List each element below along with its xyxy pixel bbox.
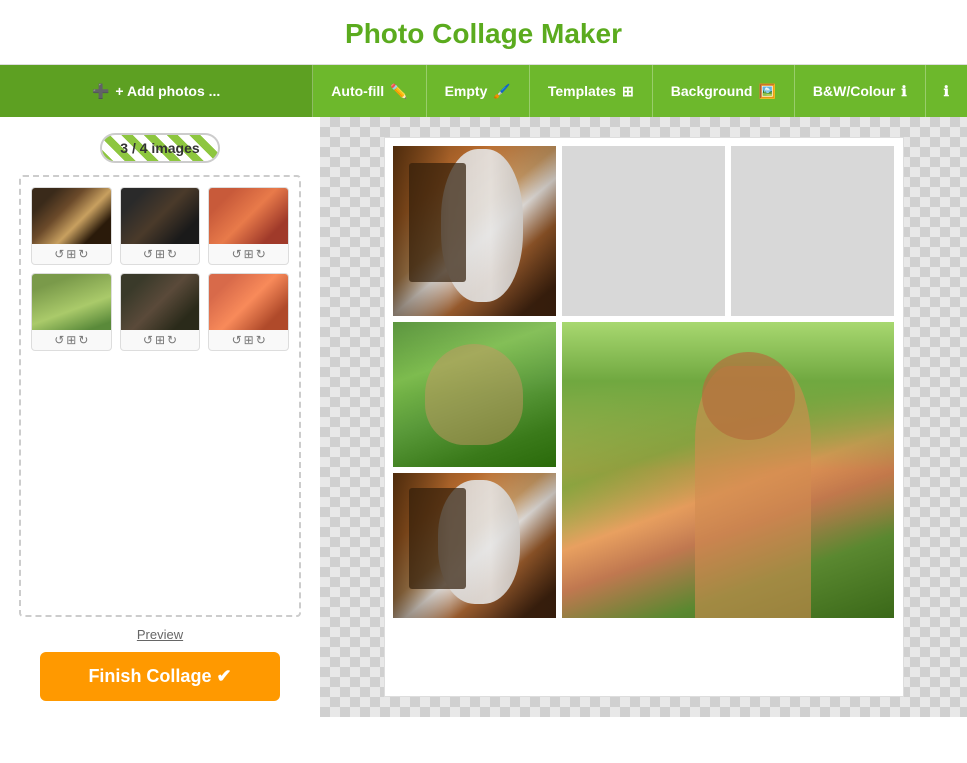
thumbnail-image <box>208 188 289 244</box>
collage-cell-field-large[interactable] <box>562 322 895 618</box>
rotate-left-icon[interactable]: ↺ <box>143 333 153 347</box>
rotate-right-icon[interactable]: ↻ <box>78 333 88 347</box>
autofill-icon: ✏️ <box>390 83 407 100</box>
thumb-controls: ↺ ⊞ ↻ <box>54 330 88 350</box>
empty-label: Empty <box>445 83 488 99</box>
templates-button[interactable]: Templates ⊞ <box>530 65 653 117</box>
app-header: Photo Collage Maker <box>0 0 967 65</box>
crop-icon[interactable]: ⊞ <box>155 333 165 347</box>
rotate-right-icon[interactable]: ↻ <box>78 247 88 261</box>
rotate-left-icon[interactable]: ↺ <box>54 333 64 347</box>
list-item[interactable]: ↺ ⊞ ↻ <box>31 187 112 265</box>
crop-icon[interactable]: ⊞ <box>66 247 76 261</box>
empty-button[interactable]: Empty 🖌️ <box>427 65 530 117</box>
rotate-right-icon[interactable]: ↻ <box>167 333 177 347</box>
list-item[interactable]: ↺ ⊞ ↻ <box>208 273 289 351</box>
info-icon: ℹ <box>944 83 949 100</box>
rotate-right-icon[interactable]: ↻ <box>256 247 266 261</box>
main-area: 3 / 4 images ↺ ⊞ ↻ <box>0 117 967 717</box>
list-item[interactable]: ↺ ⊞ ↻ <box>31 273 112 351</box>
thumbnail-image <box>120 274 201 330</box>
left-panel: 3 / 4 images ↺ ⊞ ↻ <box>0 117 320 717</box>
rotate-left-icon[interactable]: ↺ <box>232 247 242 261</box>
grid-icon: ⊞ <box>622 83 634 100</box>
image-count-text: 3 / 4 images <box>120 140 199 156</box>
rotate-left-icon[interactable]: ↺ <box>232 333 242 347</box>
crop-icon[interactable]: ⊞ <box>66 333 76 347</box>
add-photos-button[interactable]: ➕ + Add photos ... <box>0 65 313 117</box>
list-item[interactable]: ↺ ⊞ ↻ <box>208 187 289 265</box>
add-photos-label: + Add photos ... <box>115 83 220 99</box>
collage-cell-halloween-2[interactable] <box>393 473 556 618</box>
image-count-bar: 3 / 4 images <box>100 133 219 163</box>
collage-cell-empty-2[interactable] <box>731 146 894 316</box>
autofill-label: Auto-fill <box>331 83 384 99</box>
thumbnail-image <box>120 188 201 244</box>
collage-canvas <box>384 137 904 697</box>
collage-cell-empty-1[interactable] <box>562 146 725 316</box>
thumbnail-image <box>31 188 112 244</box>
info-button[interactable]: ℹ <box>926 65 967 117</box>
thumb-controls: ↺ ⊞ ↻ <box>232 244 266 264</box>
collage-cell-halloween-1[interactable] <box>393 146 556 316</box>
collage-area <box>320 117 967 717</box>
rotate-left-icon[interactable]: ↺ <box>54 247 64 261</box>
bw-colour-label: B&W/Colour <box>813 83 895 99</box>
thumb-controls: ↺ ⊞ ↻ <box>232 330 266 350</box>
toolbar: ➕ + Add photos ... Auto-fill ✏️ Empty 🖌️… <box>0 65 967 117</box>
info-circle-icon: ℹ <box>901 83 906 100</box>
thumbnail-grid: ↺ ⊞ ↻ ↺ ⊞ ↻ <box>31 187 289 351</box>
rotate-left-icon[interactable]: ↺ <box>143 247 153 261</box>
thumbnail-image <box>31 274 112 330</box>
thumbnail-container: ↺ ⊞ ↻ ↺ ⊞ ↻ <box>19 175 301 617</box>
background-label: Background <box>671 83 753 99</box>
app-title: Photo Collage Maker <box>0 18 967 50</box>
list-item[interactable]: ↺ ⊞ ↻ <box>120 273 201 351</box>
preview-link[interactable]: Preview <box>137 627 183 642</box>
bw-colour-button[interactable]: B&W/Colour ℹ <box>795 65 926 117</box>
thumb-controls: ↺ ⊞ ↻ <box>54 244 88 264</box>
rotate-right-icon[interactable]: ↻ <box>256 333 266 347</box>
thumbnail-image <box>208 274 289 330</box>
rotate-right-icon[interactable]: ↻ <box>167 247 177 261</box>
background-button[interactable]: Background 🖼️ <box>653 65 795 117</box>
templates-label: Templates <box>548 83 616 99</box>
autofill-button[interactable]: Auto-fill ✏️ <box>313 65 426 117</box>
collage-cell-girl-sunglasses[interactable] <box>393 322 556 467</box>
crop-icon[interactable]: ⊞ <box>244 247 254 261</box>
empty-icon: 🖌️ <box>493 83 510 100</box>
thumb-controls: ↺ ⊞ ↻ <box>143 244 177 264</box>
finish-collage-button[interactable]: Finish Collage ✔ <box>40 652 280 701</box>
plus-icon: ➕ <box>92 83 109 100</box>
crop-icon[interactable]: ⊞ <box>244 333 254 347</box>
thumb-controls: ↺ ⊞ ↻ <box>143 330 177 350</box>
crop-icon[interactable]: ⊞ <box>155 247 165 261</box>
image-icon: 🖼️ <box>758 83 775 100</box>
list-item[interactable]: ↺ ⊞ ↻ <box>120 187 201 265</box>
